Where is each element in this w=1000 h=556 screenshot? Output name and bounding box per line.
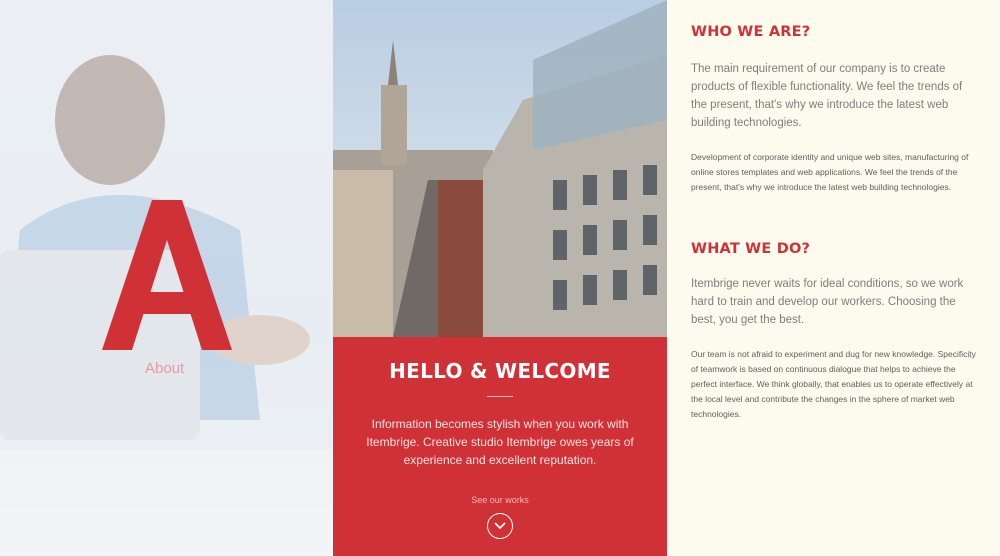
city-building-photo xyxy=(333,0,667,337)
welcome-panel: HELLO & WELCOME Information becomes styl… xyxy=(333,0,667,556)
who-we-are-heading: WHO WE ARE? xyxy=(691,24,811,40)
chevron-down-icon xyxy=(494,522,506,530)
about-page: About HELLO & WELCOME Information become… xyxy=(0,0,1000,556)
what-we-do-text: Our team is not afraid to experiment and… xyxy=(691,349,976,419)
logo-letter-a xyxy=(102,200,232,350)
about-label: About xyxy=(145,360,185,377)
welcome-title: HELLO & WELCOME xyxy=(389,359,611,383)
who-we-are-text: Development of corporate identity and un… xyxy=(691,152,969,192)
what-we-do-lead: Itembrige never waits for ideal conditio… xyxy=(691,278,964,326)
welcome-text: Information becomes stylish when you wor… xyxy=(366,417,634,467)
about-panel: About xyxy=(0,0,333,556)
title-divider xyxy=(487,396,513,397)
scroll-down-button[interactable] xyxy=(487,513,513,539)
what-we-do-heading: WHAT WE DO? xyxy=(691,241,811,257)
info-panel: WHO WE ARE? The main requirement of our … xyxy=(667,0,1000,556)
who-we-are-lead: The main requirement of our company is t… xyxy=(691,63,963,129)
see-our-works-link[interactable]: See our works xyxy=(333,495,667,505)
welcome-box: HELLO & WELCOME Information becomes styl… xyxy=(333,337,667,556)
